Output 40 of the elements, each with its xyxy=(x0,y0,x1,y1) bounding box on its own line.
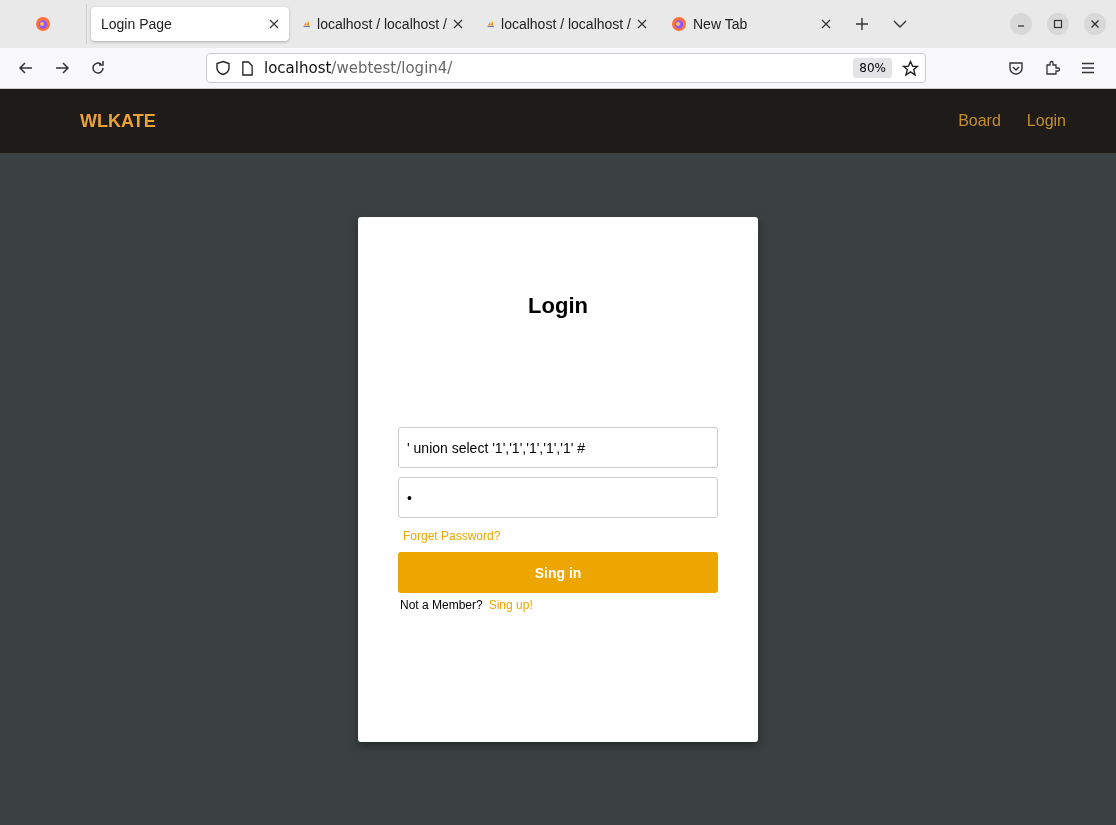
tab-title: localhost / localhost / xyxy=(317,16,447,32)
brand-link[interactable]: WLKATE xyxy=(80,110,156,132)
browser-tab[interactable]: New Tab xyxy=(661,7,841,41)
tab-title: New Tab xyxy=(693,16,749,32)
chevron-down-icon[interactable] xyxy=(893,20,907,28)
plus-icon[interactable] xyxy=(855,17,869,31)
close-icon[interactable] xyxy=(821,19,831,29)
page-icon xyxy=(241,60,254,76)
url-text: localhost/webtest/login4/ xyxy=(264,59,453,77)
tab-title: localhost / localhost / xyxy=(501,16,631,32)
browser-tab[interactable]: localhost / localhost / xyxy=(477,7,657,41)
zoom-level[interactable]: 80% xyxy=(853,58,892,78)
minimize-button[interactable] xyxy=(1010,13,1032,35)
pocket-icon[interactable] xyxy=(1008,60,1024,76)
nav-link[interactable]: Board xyxy=(958,112,1001,130)
firefox-icon[interactable] xyxy=(35,16,51,32)
close-icon[interactable] xyxy=(269,19,279,29)
nav-link[interactable]: Login xyxy=(1026,112,1066,130)
maximize-icon xyxy=(1053,19,1063,29)
close-button[interactable] xyxy=(1084,13,1106,35)
browser-tab[interactable]: Login Page xyxy=(91,7,289,41)
close-icon[interactable] xyxy=(453,19,463,29)
tab-title: Login Page xyxy=(101,16,173,32)
forward-arrow-icon[interactable] xyxy=(54,60,70,76)
close-icon xyxy=(1090,19,1100,29)
address-bar[interactable]: localhost/webtest/login4/ 80% xyxy=(206,53,926,83)
browser-tab[interactable]: localhost / localhost / xyxy=(293,7,473,41)
shield-icon xyxy=(215,60,231,76)
back-arrow-icon[interactable] xyxy=(18,60,34,76)
username-field[interactable]: ' union select '1','1','1','1','1' # xyxy=(398,427,718,468)
password-field[interactable]: • xyxy=(398,477,718,518)
star-icon[interactable] xyxy=(902,59,919,77)
close-icon[interactable] xyxy=(637,19,647,29)
login-title: Login xyxy=(528,293,588,319)
menu-icon[interactable] xyxy=(1080,60,1096,76)
signup-prompt: Not a Member? xyxy=(400,598,483,612)
maximize-button[interactable] xyxy=(1047,13,1069,35)
puzzle-icon[interactable] xyxy=(1044,60,1060,76)
reload-icon[interactable] xyxy=(90,60,106,76)
firefox-icon xyxy=(671,16,687,32)
